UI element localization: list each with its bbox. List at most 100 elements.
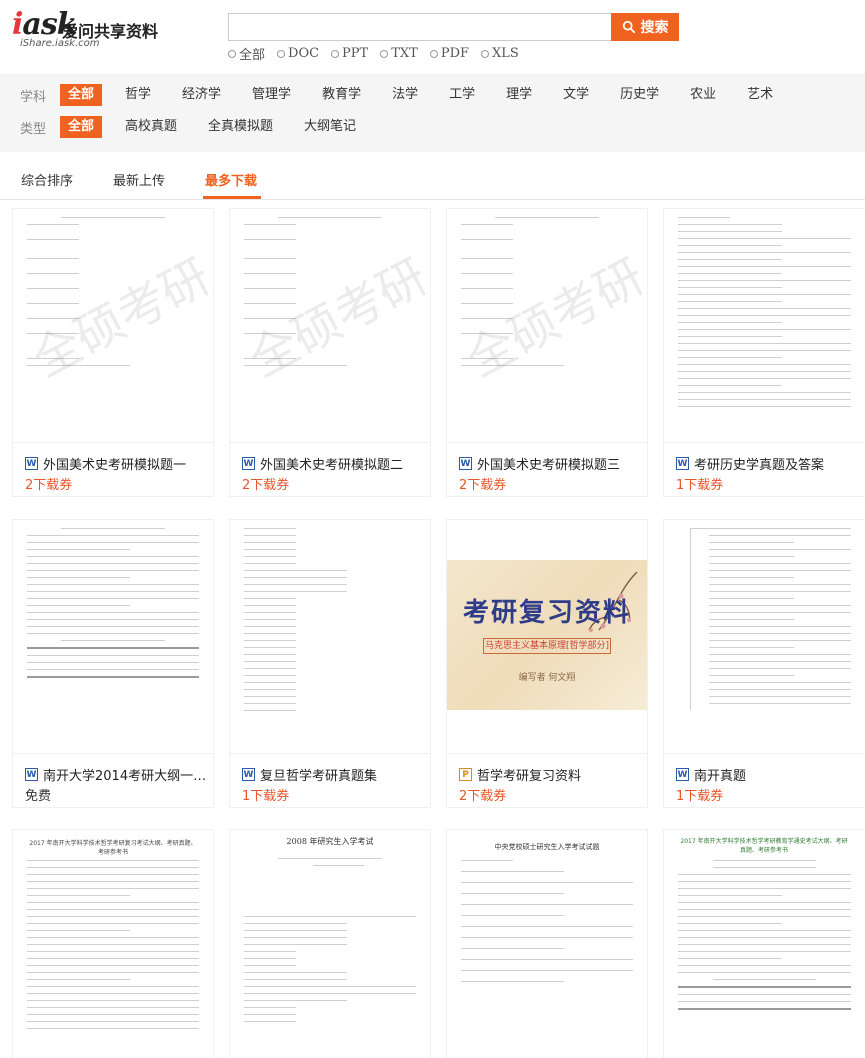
word-doc-icon: W xyxy=(676,768,689,781)
subject-philosophy[interactable]: 哲学 xyxy=(117,84,159,106)
filetype-txt[interactable]: TXT xyxy=(380,44,418,63)
doc-card[interactable]: 全硕考研 W 外国美术史考研模拟题二 2下载券 xyxy=(230,209,430,496)
subject-history[interactable]: 历史学 xyxy=(612,84,667,106)
radio-icon xyxy=(277,49,286,58)
sort-tab-newest[interactable]: 最新上传 xyxy=(113,170,165,189)
logo-url-text: iShare.iask.com xyxy=(20,38,100,49)
radio-icon xyxy=(429,49,438,58)
search-button[interactable]: 搜索 xyxy=(611,13,679,41)
type-filter-label: 类型 xyxy=(20,121,47,137)
radio-icon xyxy=(380,49,389,58)
subject-all[interactable]: 全部 xyxy=(60,84,103,106)
sort-tab-most-downloaded[interactable]: 最多下载 xyxy=(205,170,257,189)
subject-filter-row: 学科 全部 哲学 经济学 管理学 教育学 法学 工学 理学 文学 历史学 农业 … xyxy=(20,84,796,106)
sort-bar: 综合排序 最新上传 最多下载 xyxy=(0,158,865,200)
doc-card[interactable]: 2008 年研究生入学考试 xyxy=(230,830,430,1058)
type-university-exams[interactable]: 高校真题 xyxy=(117,116,185,138)
doc-thumbnail: 2017 年南开大学科学技术哲学考研教育学通史考试大纲、考研真题、考研参考书 xyxy=(664,830,865,1058)
search-button-label: 搜索 xyxy=(640,20,669,36)
doc-thumbnail xyxy=(664,209,865,443)
type-filter-row: 类型 全部 高校真题 全真模拟题 大纲笔记 xyxy=(20,116,379,138)
doc-thumbnail: 中央党校硕士研究生入学考试试题 xyxy=(447,830,647,1058)
cover-author: 编写者 何文翔 xyxy=(518,673,576,683)
doc-card[interactable]: 2017 年南开大学科学技术哲学考研复习考试大纲、考研真题、考研参考书 xyxy=(13,830,213,1058)
filetype-all[interactable]: 全部 xyxy=(228,44,265,63)
word-doc-icon: W xyxy=(676,457,689,470)
doc-title[interactable]: W 南开大学2014考研大纲一… xyxy=(25,765,211,784)
type-all[interactable]: 全部 xyxy=(60,116,103,138)
radio-icon xyxy=(481,49,490,58)
doc-card[interactable]: W 南开大学2014考研大纲一… 免费 xyxy=(13,520,213,807)
doc-price: 1下载券 xyxy=(242,789,290,804)
doc-price: 免费 xyxy=(25,789,52,804)
search-input[interactable] xyxy=(228,13,612,41)
cover-title: 考研复习资料 xyxy=(462,598,631,628)
type-outline-notes[interactable]: 大纲笔记 xyxy=(296,116,364,138)
filetype-label: 全部 xyxy=(239,48,266,63)
cover-subtitle: 马克思主义基本原理[哲学部分] xyxy=(483,638,611,654)
doc-thumbnail: 全硕考研 xyxy=(230,209,430,443)
subject-engineering[interactable]: 工学 xyxy=(441,84,483,106)
filetype-doc[interactable]: DOC xyxy=(277,44,319,63)
filetype-filter: 全部 DOC PPT TXT PDF XLS xyxy=(228,44,519,63)
filetype-xls[interactable]: XLS xyxy=(481,44,519,63)
word-doc-icon: W xyxy=(459,457,472,470)
word-doc-icon: W xyxy=(25,457,38,470)
doc-thumbnail xyxy=(664,520,865,754)
doc-thumbnail: 全硕考研 xyxy=(13,209,213,443)
doc-title[interactable]: W 南开真题 xyxy=(676,765,862,784)
subject-art[interactable]: 艺术 xyxy=(739,84,781,106)
doc-title[interactable]: W 复旦哲学考研真题集 xyxy=(242,765,428,784)
site-logo[interactable]: iask 爱问共享资料 iShare.iask.com xyxy=(12,10,162,50)
active-tab-indicator xyxy=(203,196,261,199)
ppt-cover: 考研复习资料 马克思主义基本原理[哲学部分] 编写者 何文翔 xyxy=(447,560,647,710)
ppt-doc-icon: P xyxy=(459,768,472,781)
doc-card[interactable]: 2017 年南开大学科学技术哲学考研教育学通史考试大纲、考研真题、考研参考书 xyxy=(664,830,865,1058)
doc-price: 1下载券 xyxy=(676,789,724,804)
doc-price: 1下载券 xyxy=(676,478,724,493)
subject-management[interactable]: 管理学 xyxy=(244,84,299,106)
filetype-label: PPT xyxy=(342,46,369,61)
subject-literature[interactable]: 文学 xyxy=(555,84,597,106)
subject-filter-label: 学科 xyxy=(20,89,47,105)
filter-panel: 学科 全部 哲学 经济学 管理学 教育学 法学 工学 理学 文学 历史学 农业 … xyxy=(0,74,865,152)
doc-card[interactable]: 全硕考研 W 外国美术史考研模拟题一 2下载券 xyxy=(13,209,213,496)
word-doc-icon: W xyxy=(242,457,255,470)
header: iask 爱问共享资料 iShare.iask.com 搜索 全部 DOC PP… xyxy=(0,0,865,74)
subject-economics[interactable]: 经济学 xyxy=(174,84,229,106)
doc-thumbnail: 全硕考研 xyxy=(447,209,647,443)
doc-price: 2下载券 xyxy=(459,478,507,493)
radio-icon xyxy=(228,49,236,58)
doc-card[interactable]: W 复旦哲学考研真题集 1下载券 xyxy=(230,520,430,807)
doc-title[interactable]: W 外国美术史考研模拟题一 xyxy=(25,454,211,473)
doc-price: 2下载券 xyxy=(25,478,73,493)
subject-education[interactable]: 教育学 xyxy=(314,84,369,106)
doc-thumbnail: 2008 年研究生入学考试 xyxy=(230,830,430,1058)
doc-thumbnail: 2017 年南开大学科学技术哲学考研复习考试大纲、考研真题、考研参考书 xyxy=(13,830,213,1058)
doc-card[interactable]: 中央党校硕士研究生入学考试试题 xyxy=(447,830,647,1058)
filetype-label: PDF xyxy=(440,46,470,61)
doc-title[interactable]: W 外国美术史考研模拟题三 xyxy=(459,454,645,473)
doc-thumbnail: 考研复习资料 马克思主义基本原理[哲学部分] 编写者 何文翔 xyxy=(447,520,647,754)
filetype-label: XLS xyxy=(492,46,519,61)
doc-title[interactable]: W 外国美术史考研模拟题二 xyxy=(242,454,428,473)
doc-title[interactable]: W 考研历史学真题及答案 xyxy=(676,454,862,473)
filetype-label: DOC xyxy=(288,46,320,61)
subject-law[interactable]: 法学 xyxy=(384,84,426,106)
doc-card[interactable]: W 南开真题 1下载券 xyxy=(664,520,865,807)
search-icon xyxy=(622,20,635,34)
doc-preview-heading: 2008 年研究生入学考试 xyxy=(286,837,374,846)
subject-science[interactable]: 理学 xyxy=(498,84,540,106)
type-mock-exams[interactable]: 全真模拟题 xyxy=(200,116,281,138)
doc-title[interactable]: P 哲学考研复习资料 xyxy=(459,765,645,784)
sort-tab-overall[interactable]: 综合排序 xyxy=(21,170,73,189)
doc-preview-heading: 2017 年南开大学科学技术哲学考研教育学通史考试大纲、考研真题、考研参考书 xyxy=(680,838,848,854)
doc-card[interactable]: 考研复习资料 马克思主义基本原理[哲学部分] 编写者 何文翔 P 哲学考研复习资料… xyxy=(447,520,647,807)
doc-card[interactable]: 全硕考研 W 外国美术史考研模拟题三 2下载券 xyxy=(447,209,647,496)
doc-thumbnail xyxy=(230,520,430,754)
doc-card[interactable]: W 考研历史学真题及答案 1下载券 xyxy=(664,209,865,496)
doc-thumbnail xyxy=(13,520,213,754)
filetype-pdf[interactable]: PDF xyxy=(429,44,470,63)
subject-agriculture[interactable]: 农业 xyxy=(682,84,724,106)
filetype-ppt[interactable]: PPT xyxy=(331,44,368,63)
